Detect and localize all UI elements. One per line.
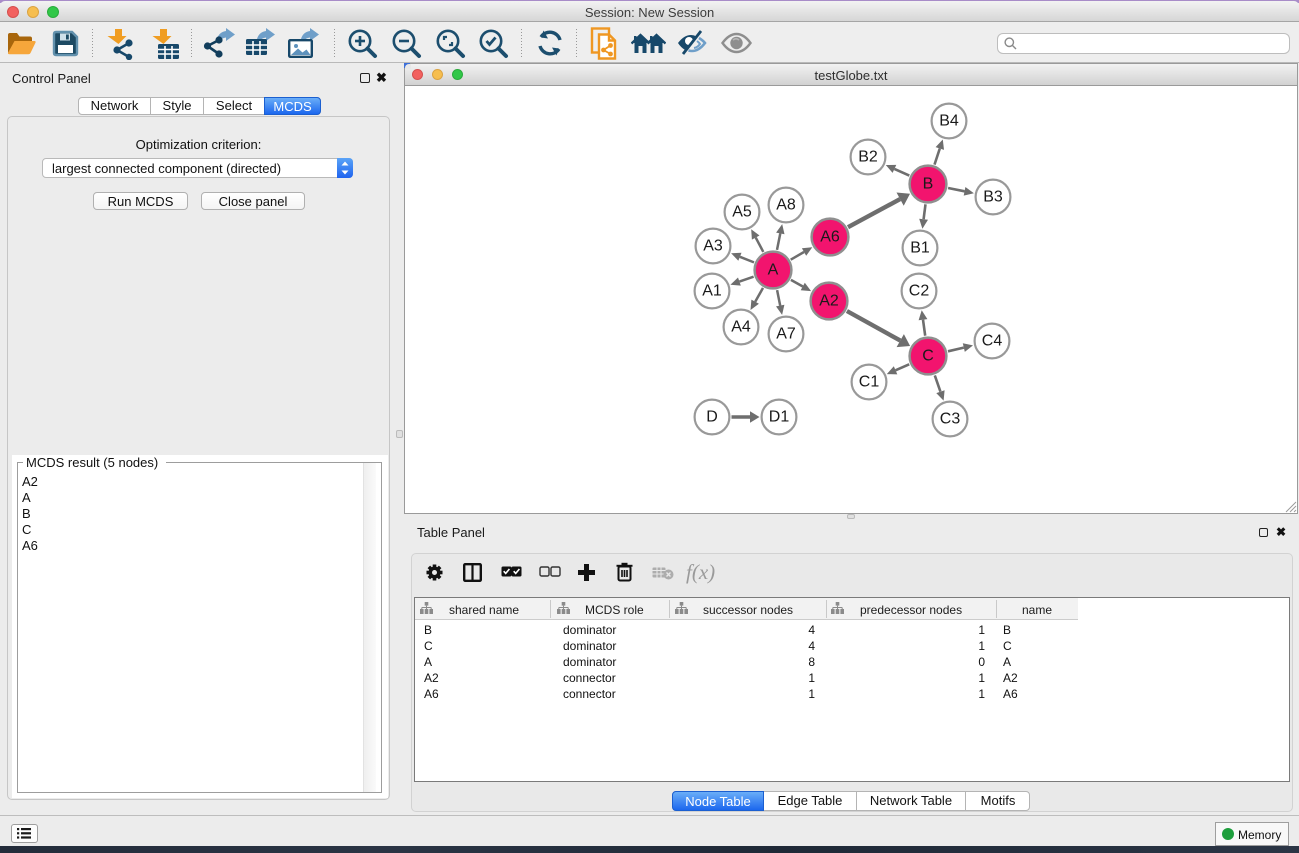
svg-text:A5: A5 <box>732 204 752 221</box>
svg-text:B4: B4 <box>939 113 959 130</box>
svg-text:B2: B2 <box>858 149 878 166</box>
svg-text:A3: A3 <box>703 238 723 255</box>
svg-text:A7: A7 <box>776 326 796 343</box>
svg-text:B3: B3 <box>983 189 1003 206</box>
svg-text:C2: C2 <box>909 283 930 300</box>
svg-text:C: C <box>922 348 934 365</box>
svg-text:B1: B1 <box>910 240 930 257</box>
svg-text:D: D <box>706 409 718 426</box>
svg-text:B: B <box>923 176 934 193</box>
svg-text:A4: A4 <box>731 319 751 336</box>
svg-text:C3: C3 <box>940 411 961 428</box>
svg-text:A6: A6 <box>820 229 840 246</box>
svg-text:C4: C4 <box>982 333 1003 350</box>
svg-text:A8: A8 <box>776 197 796 214</box>
svg-text:C1: C1 <box>859 374 880 391</box>
svg-text:A1: A1 <box>702 283 722 300</box>
svg-text:A: A <box>768 262 779 279</box>
svg-text:A2: A2 <box>819 293 839 310</box>
svg-text:D1: D1 <box>769 409 790 426</box>
